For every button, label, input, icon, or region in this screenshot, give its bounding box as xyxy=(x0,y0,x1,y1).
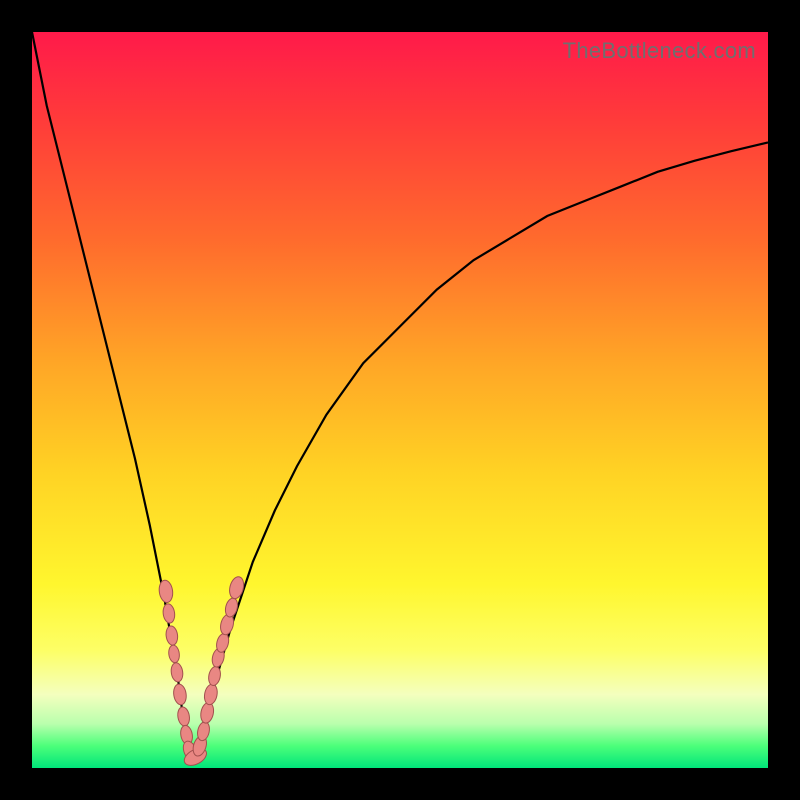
plot-area: TheBottleneck.com xyxy=(32,32,768,768)
marker-group xyxy=(158,575,246,769)
marker-point xyxy=(158,579,174,603)
bottleneck-curve xyxy=(32,32,768,761)
marker-point xyxy=(227,575,245,600)
marker-point xyxy=(219,613,236,636)
chart-svg xyxy=(32,32,768,768)
marker-point xyxy=(165,625,179,645)
chart-frame: TheBottleneck.com xyxy=(0,0,800,800)
marker-point xyxy=(162,603,176,624)
marker-point xyxy=(176,706,190,727)
marker-point xyxy=(203,683,219,706)
marker-point xyxy=(168,644,181,663)
marker-point xyxy=(172,683,187,705)
marker-point xyxy=(170,662,184,683)
marker-point xyxy=(199,701,215,724)
